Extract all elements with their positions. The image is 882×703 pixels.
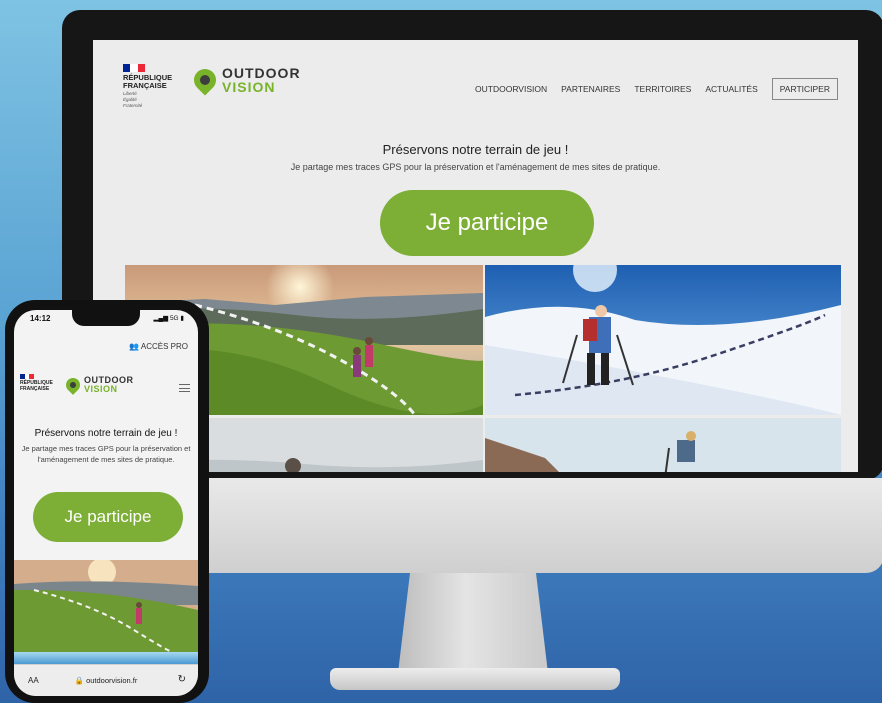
phone-hero-title: Préservons notre terrain de jeu ! [34,428,178,439]
nav-partenaires[interactable]: PARTENAIRES [561,84,620,94]
map-pin-logo-icon [189,64,221,96]
map-pin-logo-icon [63,375,83,395]
phone-outdoorvision-logo[interactable]: OUTDOOR VISION [63,375,134,395]
hamburger-menu-icon[interactable] [179,384,190,395]
phone-photo-hikers [14,560,198,652]
url-label: outdoorvision.fr [86,676,138,685]
safari-url-bar[interactable]: AA 🔒 outdoorvision.fr ↻ [14,664,198,696]
francaise-label: FRANÇAISE [123,81,167,90]
outdoorvision-logo[interactable]: OUTDOOR VISION [189,64,301,96]
status-network: 5G [169,315,179,322]
status-signal: ▂▄▆ 5G ▮ [154,314,184,322]
battery-icon: ▮ [180,315,184,322]
nav-outdoorvision[interactable]: OUTDOORVISION [475,84,547,94]
motto-liberte: Liberté [123,91,137,96]
republique-francaise-logo[interactable]: RÉPUBLIQUE FRANÇAISE Liberté Égalité Fra… [123,64,172,108]
photo-ski-touring [485,265,841,415]
flag-icon [123,64,145,72]
main-nav: OUTDOORVISION PARTENAIRES TERRITOIRES AC… [475,78,838,100]
phone-je-participe-button[interactable]: Je participe [33,492,183,542]
motto-egalite: Égalité [123,97,137,102]
flag-icon [20,374,35,379]
url-text[interactable]: 🔒 outdoorvision.fr [14,676,198,685]
lock-icon: 🔒 [74,676,84,685]
motto-fraternite: Fraternité [123,103,143,108]
logo-word-vision: VISION [222,79,276,95]
hero-title: Préservons notre terrain de jeu ! [382,142,569,157]
nav-territoires[interactable]: TERRITOIRES [634,84,691,94]
nav-participer-button[interactable]: PARTICIPER [771,78,838,100]
phone-notch [72,310,140,326]
photo-hiker-poles [485,418,841,472]
je-participe-button[interactable]: Je participe [380,190,594,256]
phone-photo-strip [14,652,198,664]
reload-icon[interactable]: ↻ [178,674,186,685]
phone-francaise-label: FRANÇAISE [20,385,50,392]
logo-word-outdoor: OUTDOOR [222,65,301,81]
acces-pro-label: ACCÈS PRO [140,342,188,351]
status-time: 14:12 [30,314,51,323]
hero-subtitle: Je partage mes traces GPS pour la préser… [290,162,661,172]
user-icon: 👥 [129,342,140,351]
nav-actualites[interactable]: ACTUALITÉS [705,84,757,94]
phone-republique-logo[interactable]: RÉPUBLIQUE FRANÇAISE [20,374,53,392]
signal-bars-icon: ▂▄▆ [153,315,169,322]
monitor-stand [398,573,548,673]
phone-hero-subtitle: Je partage mes traces GPS pour la préser… [21,444,191,464]
monitor-base [330,668,620,690]
acces-pro-link[interactable]: 👥 ACCÈS PRO [129,342,188,351]
phone-logo-word-vision: VISION [84,384,118,394]
phone-screen: 14:12 ▂▄▆ 5G ▮ 👥 ACCÈS PRO RÉPUBLIQUE FR… [14,310,198,696]
